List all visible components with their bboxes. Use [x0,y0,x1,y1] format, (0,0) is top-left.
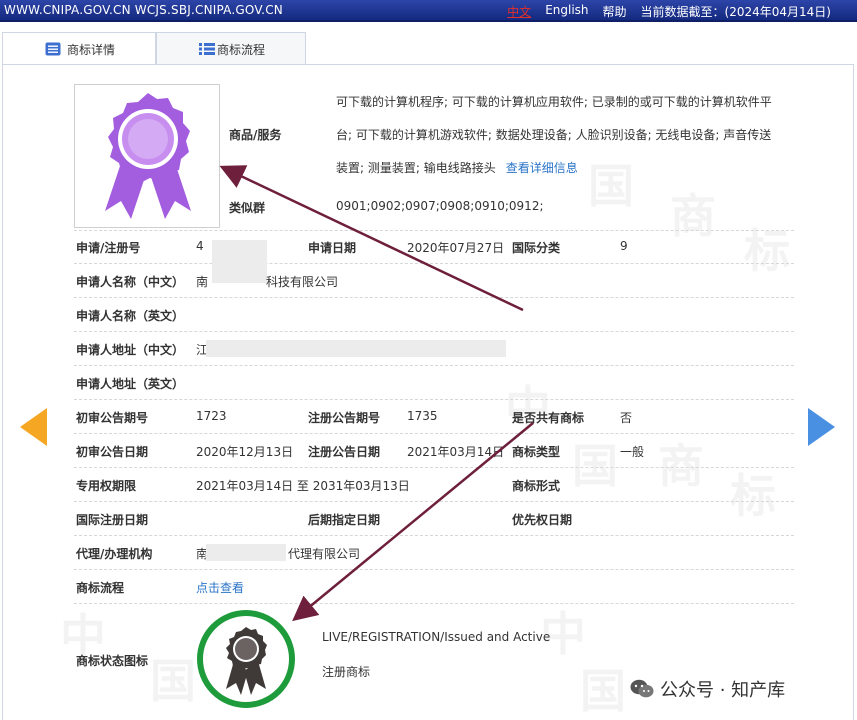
row-divider [74,263,794,264]
similar-group-label: 类似群 [229,201,266,215]
row-divider [74,297,794,298]
view-process-link[interactable]: 点击查看 [196,579,244,596]
help-link[interactable]: 帮助 [603,3,627,20]
view-detail-link[interactable]: 查看详细信息 [506,161,578,175]
goods-description: 可下载的计算机程序; 可下载的计算机应用软件; 已录制的或可下载的计算机软件平台… [336,86,782,185]
status-text-en: LIVE/REGISTRATION/Issued and Active [322,630,551,644]
applicant-cn-value-end: 科技有限公司 [266,275,339,289]
applicant-cn-label: 申请人名称（中文） [76,275,185,289]
row-divider [74,433,794,434]
applicant-en-label: 申请人名称（英文） [76,309,185,323]
reg-no-value: 1735 [407,409,438,423]
prelim-no-label: 初审公告期号 [76,411,149,425]
reg-date-value: 2021年03月14日 [407,445,505,459]
next-arrow-icon[interactable] [808,408,835,446]
prelim-date-label: 初审公告日期 [76,445,149,459]
prelim-date-value: 2020年12月13日 [196,445,294,459]
later-designation-label: 后期指定日期 [308,513,381,527]
similar-group-value: 0901;0902;0907;0908;0910;0912; [336,199,544,213]
trademark-image [74,84,220,228]
applicant-cn-value-start: 南 [196,275,209,289]
app-date-value: 2020年07月27日 [407,241,505,255]
shared-trademark-value: 否 [620,411,633,425]
reg-no-label: 注册公告期号 [308,411,381,425]
registered-status-icon [197,610,295,708]
lang-chinese-link[interactable]: 中文 [507,3,531,20]
wechat-account-text: 公众号 · 知产库 [660,680,786,701]
reg-date-label: 注册公告日期 [308,445,381,459]
app-date-label: 申请日期 [308,241,357,255]
top-bar-links: 中文 English 帮助 当前数据截至：(2024年04月14日) [507,3,831,20]
row-divider [74,331,794,332]
row-divider [74,569,794,570]
redaction-mask [206,544,286,561]
rosette-badge-icon [105,93,191,219]
tab-label: 商标详情 [67,43,116,57]
tab-trademark-process[interactable]: 商标流程 [156,32,306,64]
intl-reg-date-label: 国际注册日期 [76,513,149,527]
row-divider [74,399,794,400]
document-icon [45,42,61,56]
lang-english-link[interactable]: English [545,3,588,20]
previous-arrow-icon[interactable] [20,408,47,446]
status-text-cn: 注册商标 [322,665,371,679]
list-icon [199,43,215,55]
row-divider [74,603,794,604]
tab-label: 商标流程 [217,43,266,57]
data-date-label: 当前数据截至：(2024年04月14日) [640,5,831,19]
status-icon-label: 商标状态图标 [76,654,149,668]
intl-class-label: 国际分类 [512,241,561,255]
address-cn-label: 申请人地址（中文） [76,343,185,357]
row-divider [74,230,794,231]
intl-class-value: 9 [620,239,628,253]
site-urls: WWW.CNIPA.GOV.CN WCJS.SBJ.CNIPA.GOV.CN [4,3,283,17]
redaction-mask [212,240,267,283]
agent-label: 代理/办理机构 [76,547,153,561]
trademark-type-label: 商标类型 [512,445,561,459]
address-en-label: 申请人地址（英文） [76,377,185,391]
exclusive-term-label: 专用权期限 [76,479,137,493]
goods-label: 商品/服务 [229,128,282,142]
trademark-type-value: 一般 [620,445,645,459]
exclusive-term-value: 2021年03月14日 至 2031年03月13日 [196,479,410,493]
app-number-label: 申请/注册号 [76,241,141,255]
wechat-watermark: 公众号 · 知产库 [630,676,785,702]
trademark-form-label: 商标形式 [512,479,561,493]
process-label: 商标流程 [76,581,125,595]
top-bar: WWW.CNIPA.GOV.CN WCJS.SBJ.CNIPA.GOV.CN 中… [0,0,857,22]
priority-date-label: 优先权日期 [512,513,573,527]
tab-trademark-details[interactable]: 商标详情 [2,32,156,65]
shared-trademark-label: 是否共有商标 [512,411,585,425]
wechat-icon [630,679,654,698]
row-divider [74,467,794,468]
agent-value-end: 代理有限公司 [288,547,361,561]
app-number-value: 4 [196,239,204,253]
row-divider [74,365,794,366]
prelim-no-value: 1723 [196,409,227,423]
redaction-mask [206,340,506,357]
row-divider [74,501,794,502]
row-divider [74,535,794,536]
